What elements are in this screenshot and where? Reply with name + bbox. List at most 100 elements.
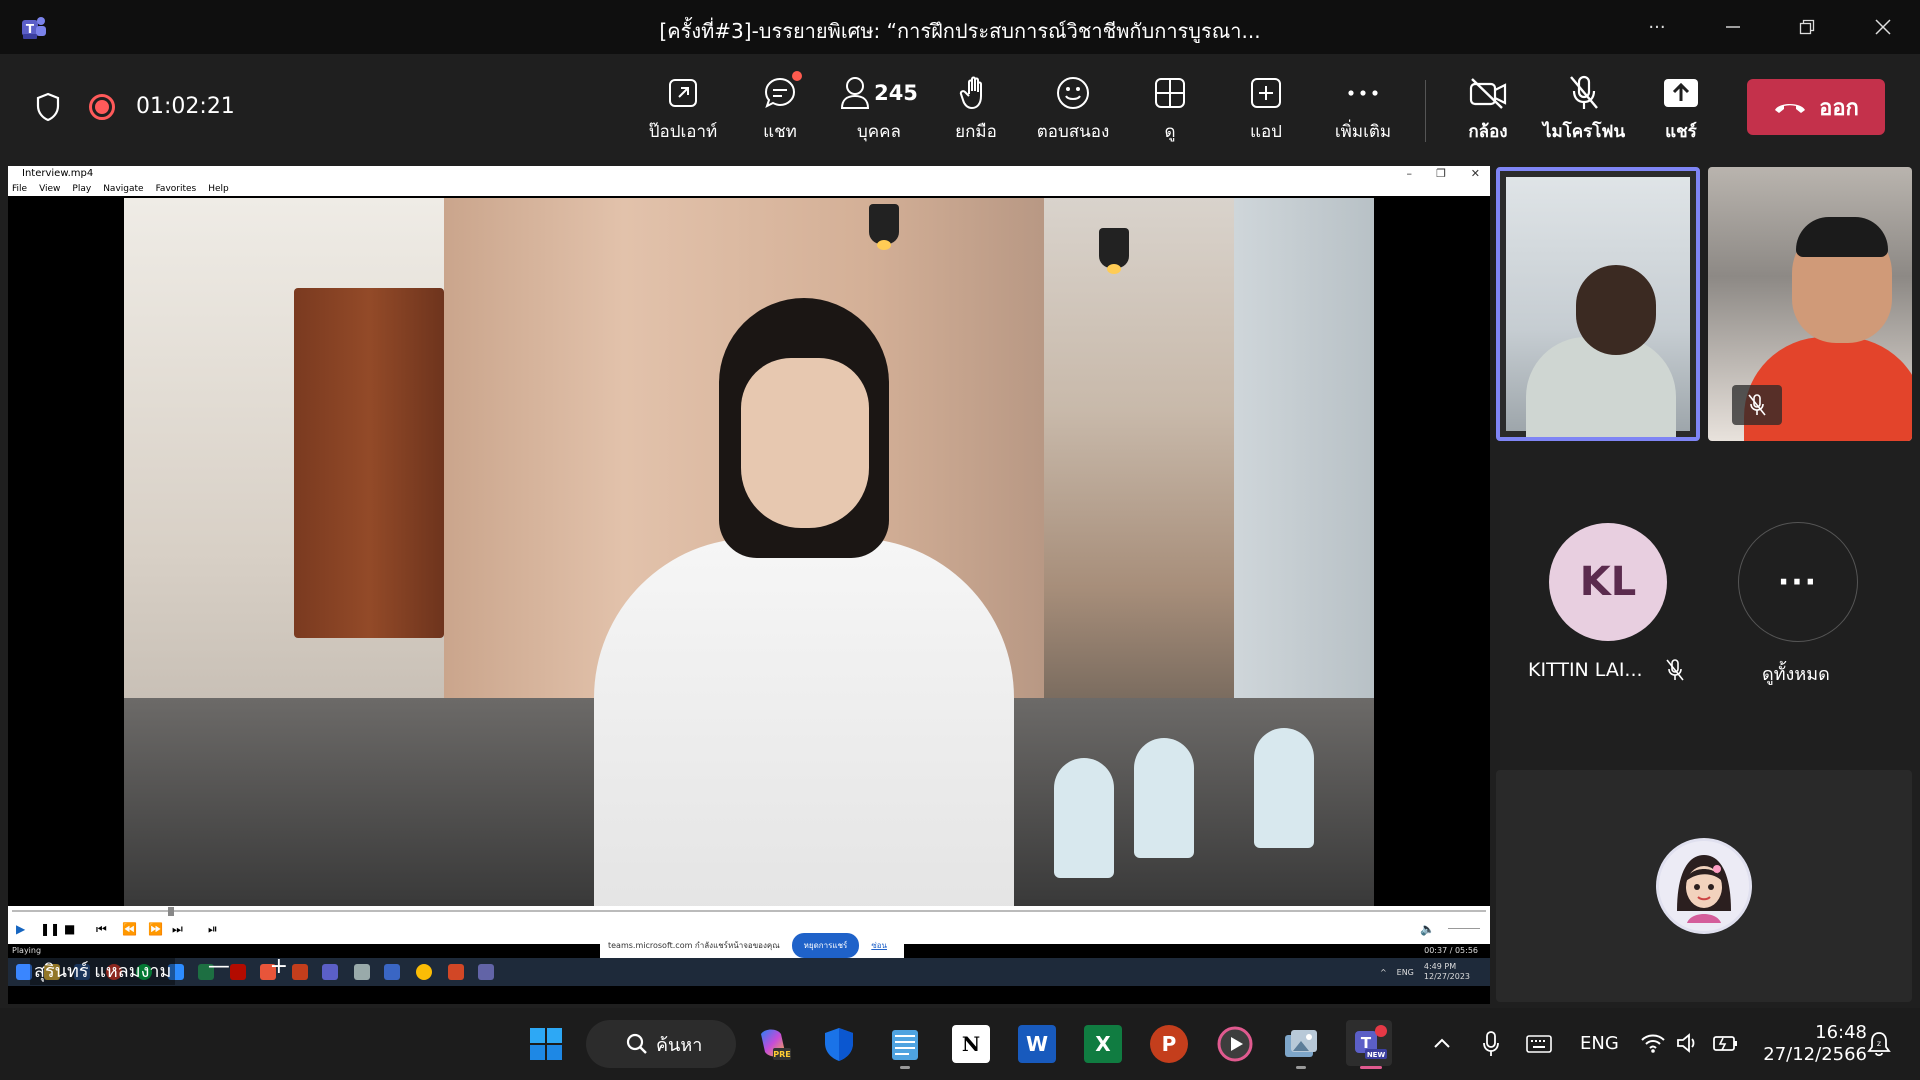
pause-icon: ❚❚ — [40, 922, 61, 936]
popout-button[interactable]: ป๊อปเอาท์ — [638, 72, 728, 152]
video-chair — [1254, 728, 1314, 848]
participant-video-tile[interactable] — [1708, 167, 1912, 441]
running-indicator — [1296, 1066, 1306, 1069]
presenter-lang: ENG — [1396, 967, 1414, 977]
share-zoom-controls[interactable]: — + — [188, 954, 308, 979]
photos-app-icon[interactable] — [1282, 1025, 1320, 1063]
raise-hand-label: ยกมือ — [955, 122, 997, 142]
camera-button[interactable]: กล้อง — [1443, 72, 1533, 152]
people-label: บุคคล — [857, 122, 901, 142]
taskbar-clock[interactable]: 16:48 27/12/2566 — [1757, 1022, 1867, 1066]
zoom-out-button[interactable]: — — [208, 954, 230, 979]
notification-bell-icon[interactable]: z — [1866, 1030, 1892, 1058]
participant-count: 245 — [874, 81, 918, 105]
share-screen-icon — [1664, 79, 1698, 107]
close-button[interactable] — [1860, 10, 1906, 44]
view-all-button[interactable]: ··· — [1738, 522, 1858, 642]
participant-name: KITTIN LAI... — [1528, 659, 1643, 681]
presenter-teams-icon — [478, 964, 494, 980]
tray-volume-icon[interactable] — [1676, 1032, 1700, 1054]
more-label: เพิ่มเติม — [1334, 122, 1392, 142]
running-indicator — [900, 1066, 910, 1069]
shield-icon[interactable] — [35, 92, 61, 122]
active-indicator — [1360, 1066, 1382, 1069]
clock-date: 27/12/2566 — [1763, 1044, 1867, 1065]
notepad-icon[interactable] — [886, 1025, 924, 1063]
notepad-graphic — [892, 1030, 918, 1060]
chat-button[interactable]: แชท — [735, 71, 825, 152]
close-icon — [1875, 19, 1891, 35]
react-button[interactable]: ตอบสนอง — [1028, 72, 1118, 152]
defender-icon[interactable] — [820, 1025, 858, 1063]
more-dots-icon — [1348, 90, 1378, 96]
zoom-in-button[interactable]: + — [270, 954, 288, 979]
teams-taskbar-icon[interactable]: T NEW — [1346, 1020, 1392, 1066]
seek-thumb — [168, 907, 174, 916]
player-titlebar: Interview.mp4 – ❐ ✕ — [8, 166, 1490, 182]
view-button[interactable]: ดู — [1125, 72, 1215, 152]
shield-graphic — [825, 1028, 853, 1061]
leave-label: ออก — [1819, 95, 1859, 121]
tray-battery-icon[interactable] — [1712, 1032, 1740, 1054]
popout-label: ป๊อปเอาท์ — [648, 122, 718, 142]
presenter-app-icon — [354, 964, 370, 980]
tray-wifi-icon[interactable] — [1640, 1032, 1666, 1054]
raise-hand-button[interactable]: ยกมือ — [931, 72, 1021, 152]
player-title: Interview.mp4 — [22, 168, 94, 179]
participant-video-tile[interactable] — [1496, 167, 1700, 441]
shared-screen: Interview.mp4 – ❐ ✕ File View Play Navig… — [8, 166, 1490, 1004]
restore-button[interactable] — [1784, 10, 1830, 44]
video-chair — [1054, 758, 1114, 878]
self-avatar-illustration — [1659, 841, 1749, 931]
toolbar-divider — [1425, 80, 1426, 142]
view-label: ดู — [1164, 122, 1176, 142]
taskbar-search[interactable]: ค้นหา — [586, 1020, 736, 1068]
participant-video-background — [1708, 167, 1912, 441]
chat-notification-badge — [792, 71, 802, 81]
video-door — [294, 288, 444, 638]
search-label: ค้นหา — [656, 1034, 703, 1056]
rewind-icon: ⏪ — [122, 922, 137, 936]
word-icon[interactable]: W — [1018, 1025, 1056, 1063]
more-button[interactable]: เพิ่มเติม — [1318, 72, 1408, 152]
mic-button[interactable]: ไมโครโฟน — [1539, 72, 1629, 152]
tray-language[interactable]: ENG — [1580, 1033, 1619, 1054]
volume-icon: 🔈 — [1420, 922, 1435, 936]
mic-label: ไมโครโฟน — [1542, 122, 1626, 142]
people-button[interactable]: 245 บุคคล — [833, 72, 925, 152]
media-player-icon[interactable] — [1216, 1025, 1254, 1063]
copilot-pre-icon[interactable]: PRE — [754, 1025, 792, 1063]
presenter-clock: 4:49 PM 12/27/2023 — [1424, 962, 1470, 982]
player-menu-file: File — [12, 184, 28, 194]
presenter-app-icon — [384, 964, 400, 980]
participant-avatar[interactable]: KL — [1549, 523, 1667, 641]
presenter-powerpoint-icon — [448, 964, 464, 980]
share-notice-text: teams.microsoft.com กำลังแชร์หน้าจอของคุ… — [608, 940, 780, 950]
notion-icon[interactable]: N — [952, 1025, 990, 1063]
tray-chevron-up-icon[interactable] — [1432, 1036, 1452, 1050]
player-menu-navigate: Navigate — [103, 184, 144, 194]
view-all-label: ดูทั้งหมด — [1762, 664, 1830, 685]
minimize-button[interactable] — [1710, 10, 1756, 44]
share-label: แชร์ — [1665, 122, 1697, 142]
apps-button[interactable]: แอป — [1221, 72, 1311, 152]
player-menu: File View Play Navigate Favorites Help — [8, 182, 1490, 196]
copilot-graphic: PRE — [761, 1029, 791, 1060]
chat-label: แชท — [763, 122, 797, 142]
start-button[interactable] — [527, 1025, 565, 1063]
stop-icon: ■ — [64, 922, 76, 936]
leave-button[interactable]: ออก — [1747, 79, 1885, 135]
tray-microphone-icon[interactable] — [1481, 1030, 1501, 1058]
more-options-button[interactable]: ··· — [1634, 10, 1680, 44]
video-chair — [1134, 738, 1194, 858]
camera-label: กล้อง — [1468, 122, 1508, 142]
player-time: 00:37 / 05:56 — [1424, 946, 1478, 955]
photos-graphic — [1285, 1030, 1317, 1057]
tray-keyboard-icon[interactable] — [1526, 1034, 1552, 1054]
excel-icon[interactable]: X — [1084, 1025, 1122, 1063]
powerpoint-icon[interactable]: P — [1150, 1025, 1188, 1063]
grid-view-icon — [1155, 78, 1185, 108]
chat-icon — [764, 77, 796, 108]
share-button[interactable]: แชร์ — [1636, 72, 1726, 152]
play-circle-graphic — [1217, 1026, 1253, 1062]
